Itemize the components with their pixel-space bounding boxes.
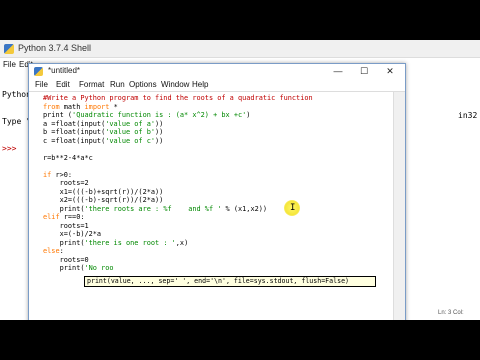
code-line: c =float(input('value of c')) <box>43 137 383 146</box>
code-line: a =float(input('value of a')) <box>43 120 383 129</box>
code-token: math <box>59 102 85 111</box>
editor-menubar: File Edit Format Run Options Window Help <box>29 79 405 92</box>
code-line: x2=(((-b)-sqrt(r))/(2*a)) <box>43 196 383 205</box>
editor-title: *untitled* <box>48 66 81 75</box>
code-token: 'value of b' <box>105 128 156 136</box>
menu-run[interactable]: Run <box>110 80 125 89</box>
code-token: 'value of a' <box>105 119 156 128</box>
code-token: 'value of c' <box>105 136 156 145</box>
code-line: r=b**2-4*a*c <box>43 154 383 163</box>
shell-menu-file[interactable]: File <box>3 60 16 69</box>
menu-file[interactable]: File <box>35 80 48 89</box>
code-token: roots=2 <box>43 179 89 187</box>
menu-format[interactable]: Format <box>79 80 104 89</box>
code-token: : <box>59 247 64 255</box>
editor-titlebar[interactable]: *untitled* — ☐ ✕ <box>29 64 405 79</box>
code-line: x1=(((-b)+sqrt(r))/(2*a)) <box>43 188 383 197</box>
code-token: print ( <box>43 111 73 119</box>
code-token: from <box>43 102 60 111</box>
code-token: 'there roots are : %f and %f ' <box>84 204 222 213</box>
menu-window[interactable]: Window <box>161 80 189 89</box>
code-line: else: <box>43 247 383 256</box>
code-line: roots=0 <box>43 256 383 265</box>
code-line: #Write a Python program to find the root… <box>43 94 383 103</box>
maximize-button[interactable]: ☐ <box>351 64 377 79</box>
code-token: 'there is one root : ' <box>84 238 176 247</box>
code-line: print('there roots are : %f and %f ' % (… <box>43 205 383 214</box>
code-token: import <box>84 102 110 111</box>
letterbox-bottom <box>0 320 480 360</box>
code-editor[interactable]: #Write a Python program to find the root… <box>43 94 383 324</box>
code-line: from math import * <box>43 103 383 112</box>
code-token: r>0: <box>51 170 73 179</box>
code-token: )) <box>155 136 164 145</box>
code-token: #Write a Python program to find the root… <box>43 94 313 102</box>
code-token: roots=0 <box>43 255 89 264</box>
menu-options[interactable]: Options <box>129 80 157 89</box>
code-token: roots=1 <box>43 221 89 230</box>
code-line: roots=2 <box>43 179 383 188</box>
code-token: * <box>109 102 118 111</box>
code-line: if r>0: <box>43 171 383 180</box>
letterbox-top <box>0 0 480 40</box>
vertical-scrollbar[interactable] <box>393 92 405 324</box>
code-line: print('there is one root : ',x) <box>43 239 383 248</box>
code-token: else <box>43 247 60 255</box>
code-token: print( <box>43 264 85 272</box>
python-icon <box>4 44 14 54</box>
shell-title: Python 3.7.4 Shell <box>18 43 92 53</box>
code-line: b =float(input('value of b')) <box>43 128 383 137</box>
code-token: 'Quadratic function is : (a* x^2) + bx +… <box>72 111 247 119</box>
code-token: print( <box>43 238 85 247</box>
i-beam-cursor-icon: I <box>290 203 296 213</box>
code-token: % (x1,x2)) <box>221 204 268 213</box>
code-line: elif r==0: <box>43 213 383 222</box>
code-line: print('No roo <box>43 264 383 273</box>
code-token: x1=(((-b)+sqrt(r))/(2*a)) <box>43 187 164 196</box>
minimize-button[interactable]: — <box>325 64 351 79</box>
code-token: ,x) <box>175 238 189 247</box>
code-token: x=(-b)/2*a <box>43 230 102 238</box>
code-token: a =float(input( <box>43 119 106 128</box>
menu-help[interactable]: Help <box>192 80 208 89</box>
code-token: b =float(input( <box>43 128 106 136</box>
python-icon <box>34 67 43 76</box>
calltip: print(value, ..., sep=' ', end='\n', fil… <box>84 276 376 287</box>
code-token: )) <box>155 119 164 128</box>
code-line: roots=1 <box>43 222 383 231</box>
shell-text-fragment: in32 <box>458 111 478 120</box>
code-token: r=b**2-4*a*c <box>43 153 93 162</box>
shell-titlebar: Python 3.7.4 Shell <box>0 40 480 58</box>
code-token: r==0: <box>59 213 85 221</box>
code-token: print( <box>43 204 85 213</box>
menu-edit[interactable]: Edit <box>56 80 70 89</box>
code-token: elif <box>43 213 60 221</box>
code-line: print ('Quadratic function is : (a* x^2)… <box>43 111 383 120</box>
close-button[interactable]: ✕ <box>377 64 403 79</box>
code-token: )) <box>155 128 164 136</box>
code-line: x=(-b)/2*a <box>43 230 383 239</box>
code-token: x2=(((-b)-sqrt(r))/(2*a)) <box>43 196 164 204</box>
code-token: ) <box>246 111 251 119</box>
code-token: c =float(input( <box>43 136 106 145</box>
code-token: 'No roo <box>84 264 114 272</box>
shell-status: Ln: 3 Col: <box>438 310 464 316</box>
